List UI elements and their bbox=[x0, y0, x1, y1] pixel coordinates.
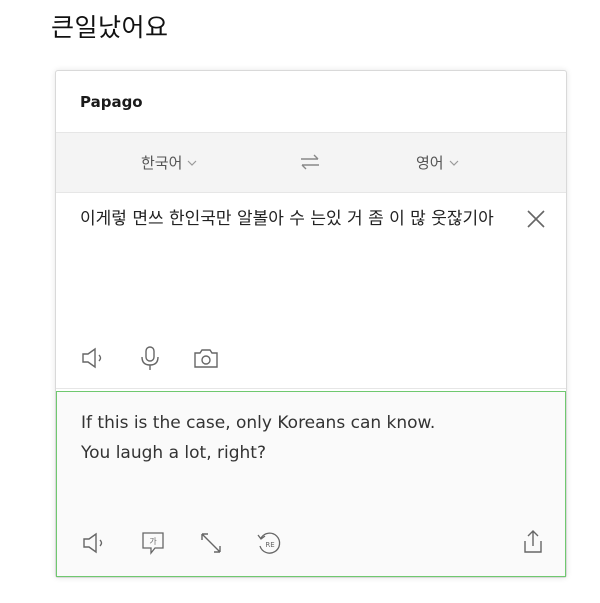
papago-card: Papago 한국어 영어 이게렇 면쓰 한인국만 알볼아 수 는있 거 좀 이… bbox=[55, 70, 567, 578]
language-bar: 한국어 영어 bbox=[56, 133, 566, 193]
source-input-panel[interactable]: 이게렇 면쓰 한인국만 알볼아 수 는있 거 좀 이 많 웃잖기아 bbox=[56, 193, 566, 389]
page-headline: 큰일났어요 bbox=[51, 13, 169, 42]
translation-result-panel: If this is the case, only Koreans can kn… bbox=[56, 391, 566, 577]
honorific-icon[interactable]: 가 bbox=[139, 530, 167, 556]
speaker-icon[interactable] bbox=[81, 530, 109, 556]
camera-icon[interactable] bbox=[192, 345, 220, 371]
source-text[interactable]: 이게렇 면쓰 한인국만 알볼아 수 는있 거 좀 이 많 웃잖기아 bbox=[80, 205, 500, 234]
translation-text: If this is the case, only Koreans can kn… bbox=[81, 413, 436, 463]
retranslate-icon[interactable]: RE bbox=[255, 530, 283, 556]
microphone-icon[interactable] bbox=[136, 345, 164, 371]
chevron-down-icon bbox=[187, 160, 197, 166]
result-toolbar: 가 RE bbox=[81, 530, 283, 556]
expand-icon[interactable] bbox=[197, 530, 225, 556]
swap-icon[interactable] bbox=[298, 153, 322, 171]
source-language-select[interactable]: 한국어 bbox=[141, 152, 198, 173]
svg-text:가: 가 bbox=[149, 537, 157, 546]
speaker-icon[interactable] bbox=[80, 345, 108, 371]
share-icon[interactable] bbox=[519, 528, 547, 556]
app-title: Papago bbox=[80, 92, 143, 111]
close-icon[interactable] bbox=[524, 207, 548, 231]
target-language-select[interactable]: 영어 bbox=[416, 152, 460, 173]
app-bar: Papago bbox=[56, 71, 566, 133]
target-language-label: 영어 bbox=[416, 154, 444, 172]
source-language-label: 한국어 bbox=[141, 154, 183, 172]
svg-text:RE: RE bbox=[265, 541, 274, 549]
chevron-down-icon bbox=[449, 160, 459, 166]
source-toolbar bbox=[80, 345, 220, 371]
